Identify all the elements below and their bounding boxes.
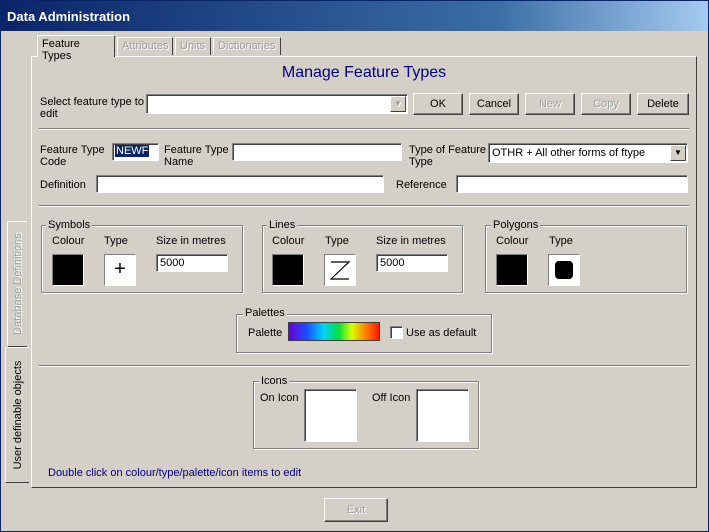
on-icon-label: On Icon — [260, 392, 299, 404]
feature-type-select[interactable] — [146, 94, 408, 114]
lines-size-value: 5000 — [380, 257, 405, 269]
divider — [39, 205, 689, 207]
palettes-group-title: Palettes — [243, 307, 287, 319]
plus-symbol-icon[interactable]: + — [104, 254, 136, 286]
symbols-size-input[interactable]: 5000 — [156, 254, 228, 272]
lines-group-title: Lines — [267, 219, 298, 231]
definition-label: Definition — [40, 179, 86, 191]
reference-label: Reference — [396, 179, 447, 191]
off-icon-label: Off Icon — [372, 392, 411, 404]
feature-type-dropdown-arrow[interactable]: ▼ — [390, 96, 406, 112]
definition-input[interactable] — [96, 175, 384, 193]
feature-type-code-input[interactable]: NEWF — [112, 143, 159, 161]
polygons-colour-label: Colour — [496, 235, 529, 247]
on-icon-box[interactable] — [304, 389, 357, 442]
new-button[interactable]: New — [525, 93, 575, 115]
feature-type-name-input[interactable] — [232, 143, 402, 161]
zigzag-line-icon[interactable] — [324, 254, 356, 286]
divider — [39, 365, 689, 367]
lines-size-label: Size in metres — [376, 235, 446, 247]
feature-type-name-label: Feature Type Name — [164, 144, 229, 168]
polygons-type-label: Type — [549, 235, 573, 247]
tab-label: Dictionaries — [218, 40, 276, 52]
reference-input[interactable] — [456, 175, 688, 193]
delete-button[interactable]: Delete — [637, 93, 689, 115]
divider — [39, 128, 689, 130]
tab-dictionaries[interactable]: Dictionaries — [213, 37, 281, 55]
lines-size-input[interactable]: 5000 — [376, 254, 448, 272]
side-tab-user-definable-objects[interactable]: User definable objects — [5, 347, 29, 483]
symbols-size-value: 5000 — [160, 257, 185, 269]
window-title: Data Administration — [7, 9, 131, 24]
tab-feature-types[interactable]: Feature Types — [37, 35, 115, 62]
side-tab-label: Database Definitions — [11, 233, 24, 335]
type-dropdown-arrow[interactable]: ▼ — [670, 145, 686, 161]
lines-type-label: Type — [325, 235, 349, 247]
side-tab-database-definitions[interactable]: Database Definitions — [7, 221, 27, 347]
feature-type-code-value: NEWF — [115, 145, 150, 157]
tab-units[interactable]: Units — [175, 37, 211, 55]
symbols-type-label: Type — [104, 235, 128, 247]
data-administration-window: Data Administration Database Definitions… — [0, 0, 709, 532]
palette-label: Palette — [248, 327, 283, 339]
icons-group-title: Icons — [259, 375, 290, 387]
type-of-feature-type-label: Type of Feature Type — [409, 144, 487, 168]
copy-button[interactable]: Copy — [581, 93, 631, 115]
tab-attributes[interactable]: Attributes — [117, 37, 173, 55]
window-title-bar[interactable]: Data Administration — [1, 1, 708, 31]
use-as-default-checkbox[interactable] — [390, 326, 403, 339]
symbols-colour-swatch[interactable] — [52, 254, 84, 286]
off-icon-box[interactable] — [416, 389, 469, 442]
polygons-colour-swatch[interactable] — [496, 254, 528, 286]
polygons-group-title: Polygons — [491, 219, 541, 231]
feature-type-code-label: Feature Type Code — [40, 144, 105, 168]
type-of-feature-type-select[interactable]: OTHR + All other forms of ftype — [488, 143, 688, 163]
edit-hint: Double click on colour/type/palette/icon… — [48, 467, 302, 479]
ok-button[interactable]: OK — [413, 93, 463, 115]
tab-label: Units — [180, 40, 206, 52]
palette-gradient-swatch[interactable] — [288, 322, 380, 341]
symbols-group-title: Symbols — [46, 219, 93, 231]
lines-colour-swatch[interactable] — [272, 254, 304, 286]
type-of-feature-type-value: OTHR + All other forms of ftype — [492, 147, 646, 159]
tab-label: Attributes — [122, 40, 169, 52]
filled-polygon-icon[interactable] — [548, 254, 580, 286]
page-title: Manage Feature Types — [281, 64, 447, 81]
symbols-colour-label: Colour — [52, 235, 85, 247]
cancel-button[interactable]: Cancel — [469, 93, 519, 115]
symbols-size-label: Size in metres — [156, 235, 226, 247]
exit-button[interactable]: Exit — [324, 498, 388, 522]
use-as-default-label: Use as default — [406, 327, 477, 339]
lines-colour-label: Colour — [272, 235, 305, 247]
select-feature-type-label: Select feature type to edit — [40, 96, 144, 120]
side-tab-label: User definable objects — [11, 360, 24, 470]
